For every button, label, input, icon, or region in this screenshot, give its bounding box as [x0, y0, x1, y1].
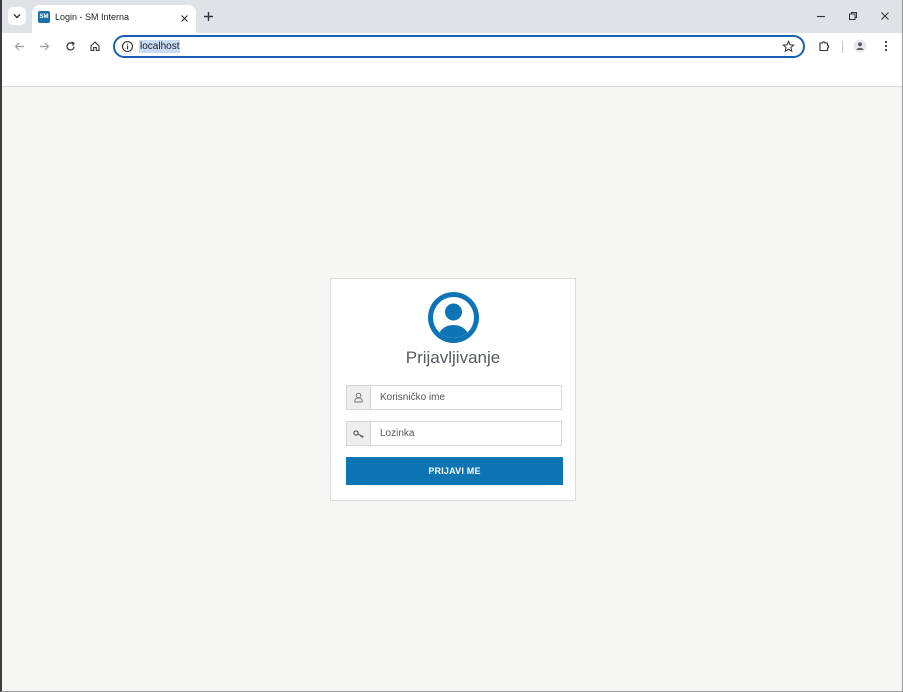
plus-icon — [203, 11, 213, 21]
arrow-right-icon — [39, 42, 49, 50]
browser-window: SM Login - SM Interna localhost Prijavlj… — [0, 0, 903, 692]
puzzle-icon — [819, 41, 830, 52]
minimize-icon — [817, 15, 825, 18]
profile-icon — [853, 39, 867, 53]
address-bar[interactable]: localhost — [113, 35, 805, 58]
back-button[interactable] — [11, 38, 27, 54]
page-content: Prijavljivanje PRIJAVI ME — [2, 87, 902, 691]
tab-search-button[interactable] — [8, 7, 26, 25]
favicon-icon: SM — [38, 11, 50, 23]
login-button[interactable]: PRIJAVI ME — [346, 457, 563, 485]
home-icon — [90, 41, 100, 52]
browser-toolbar: localhost — [2, 33, 902, 60]
home-button[interactable] — [87, 38, 103, 54]
restore-icon — [849, 12, 857, 20]
close-window-button[interactable] — [877, 8, 893, 24]
username-input[interactable] — [372, 386, 561, 409]
restore-button[interactable] — [845, 8, 861, 24]
browser-menu-button[interactable] — [878, 38, 894, 54]
tab-close-button[interactable] — [178, 12, 190, 24]
user-avatar-icon — [428, 292, 479, 343]
key-icon — [352, 429, 364, 438]
star-icon[interactable] — [782, 40, 795, 53]
username-field — [346, 385, 562, 410]
arrow-left-icon — [14, 42, 24, 50]
chevron-down-icon — [13, 14, 21, 19]
address-bar-url[interactable]: localhost — [139, 40, 181, 53]
close-icon — [881, 12, 889, 20]
forward-button[interactable] — [36, 38, 52, 54]
reload-icon — [65, 40, 75, 51]
tab-strip: SM Login - SM Interna — [2, 0, 902, 33]
login-heading: Prijavljivanje — [405, 348, 501, 367]
password-input[interactable] — [372, 422, 561, 445]
toolbar-separator — [842, 41, 843, 53]
new-tab-button[interactable] — [201, 9, 215, 23]
more-vertical-icon — [884, 40, 888, 52]
info-icon[interactable] — [121, 40, 134, 53]
reload-button[interactable] — [62, 38, 78, 54]
browser-tab-active[interactable]: SM Login - SM Interna — [32, 5, 196, 33]
user-icon — [354, 392, 363, 403]
tab-title: Login - SM Interna — [55, 12, 130, 22]
password-field — [346, 421, 562, 446]
username-addon — [347, 386, 371, 409]
login-card: Prijavljivanje PRIJAVI ME — [330, 278, 576, 501]
minimize-button[interactable] — [813, 8, 829, 24]
extensions-button[interactable] — [816, 38, 832, 54]
close-icon — [180, 14, 188, 22]
profile-button[interactable] — [852, 38, 868, 54]
password-addon — [347, 422, 371, 445]
